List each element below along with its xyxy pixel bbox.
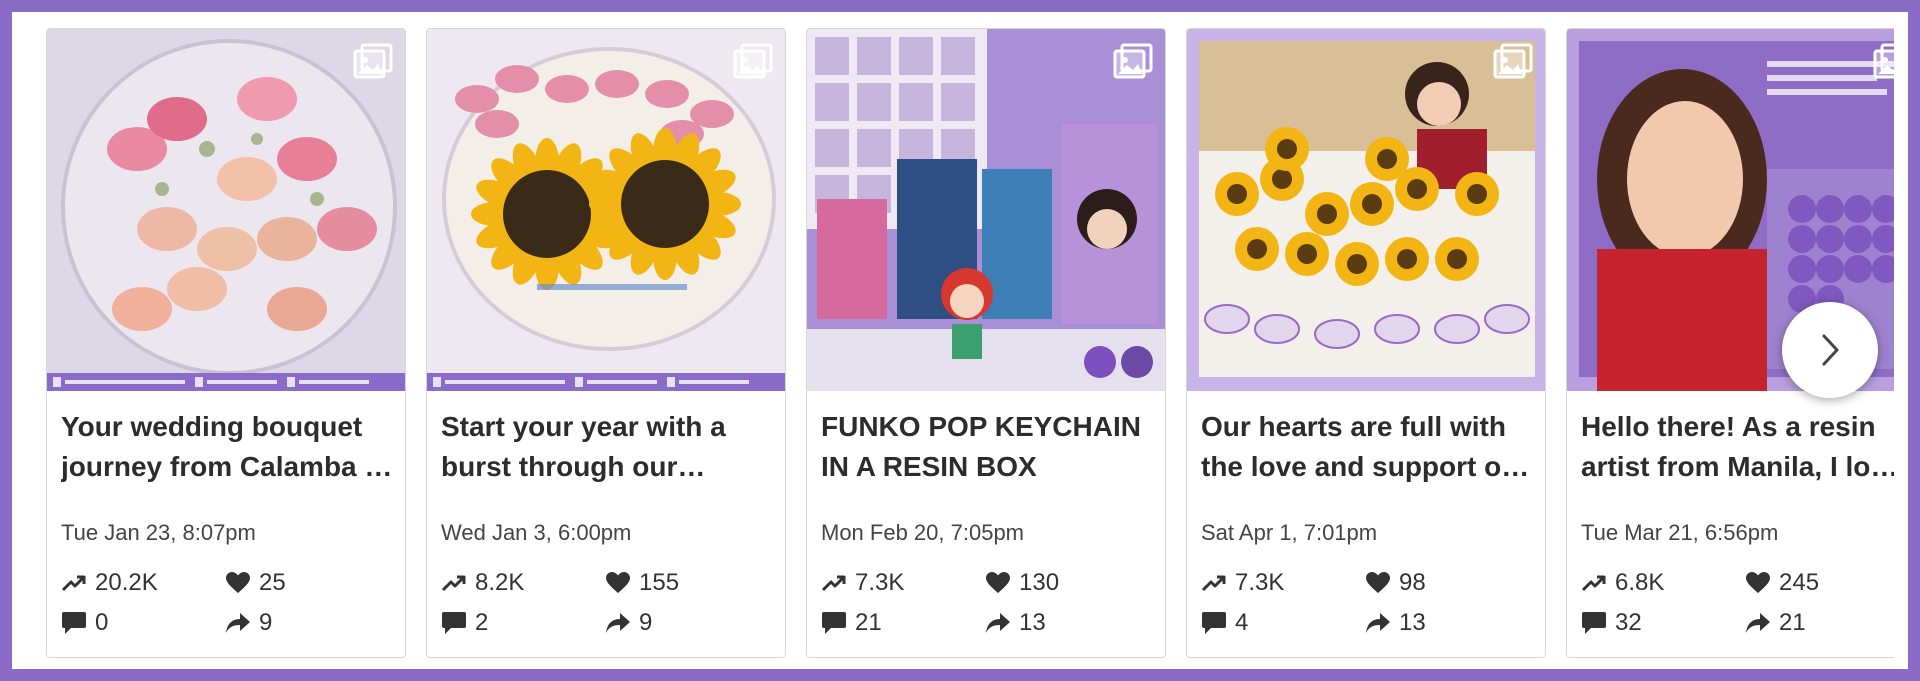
comments-value: 2 bbox=[475, 609, 489, 636]
comment-icon bbox=[1581, 611, 1607, 635]
post-date: Tue Mar 21, 6:56pm bbox=[1581, 520, 1779, 545]
reach-stat: 7.3K bbox=[821, 569, 904, 597]
post-caption: Hello there! As a resin artist from Mani… bbox=[1581, 411, 1894, 482]
post-date: Sat Apr 1, 7:01pm bbox=[1201, 520, 1378, 545]
post-card[interactable]: Start your year with a burst through our… bbox=[426, 28, 786, 658]
trending-up-icon bbox=[1581, 573, 1607, 593]
shares-value: 9 bbox=[639, 609, 653, 636]
comments-value: 21 bbox=[855, 609, 882, 636]
reach-value: 20.2K bbox=[95, 569, 158, 596]
post-card[interactable]: FUNKO POP KEYCHAIN IN A RESIN BOX Mon Feb… bbox=[806, 28, 1166, 658]
reach-value: 7.3K bbox=[1235, 569, 1285, 596]
likes-stat: 155 bbox=[605, 569, 679, 597]
post-caption: Our hearts are full with the love and su… bbox=[1201, 411, 1511, 482]
share-arrow-icon bbox=[1745, 612, 1771, 634]
shares-stat: 13 bbox=[1365, 609, 1426, 637]
likes-value: 130 bbox=[1019, 569, 1060, 596]
posts-carousel: Your wedding bouquet journey from Calamb… bbox=[46, 28, 1894, 664]
post-thumbnail[interactable] bbox=[807, 29, 1165, 391]
comments-value: 32 bbox=[1615, 609, 1642, 636]
likes-value: 25 bbox=[259, 569, 286, 596]
image-gallery-icon bbox=[1493, 43, 1533, 79]
likes-stat: 25 bbox=[225, 569, 286, 597]
trending-up-icon bbox=[61, 573, 87, 593]
likes-value: 245 bbox=[1779, 569, 1820, 596]
shares-value: 21 bbox=[1779, 609, 1806, 636]
shares-value: 13 bbox=[1019, 609, 1046, 636]
post-card[interactable]: Your wedding bouquet journey from Calamb… bbox=[46, 28, 406, 658]
post-caption: FUNKO POP KEYCHAIN IN A RESIN BOX bbox=[821, 411, 1141, 482]
trending-up-icon bbox=[441, 573, 467, 593]
chevron-right-icon bbox=[1822, 334, 1839, 366]
reach-stat: 8.2K bbox=[441, 569, 524, 597]
reach-stat: 20.2K bbox=[61, 569, 158, 597]
post-date: Mon Feb 20, 7:05pm bbox=[821, 520, 1025, 545]
share-arrow-icon bbox=[1365, 612, 1391, 634]
comments-stat: 21 bbox=[821, 609, 882, 637]
post-thumbnail[interactable] bbox=[427, 29, 785, 391]
top-posts-panel: Your wedding bouquet journey from Calamb… bbox=[12, 12, 1908, 669]
post-caption: Your wedding bouquet journey from Calamb… bbox=[61, 411, 391, 482]
comment-icon bbox=[441, 611, 467, 635]
comments-stat: 4 bbox=[1201, 609, 1248, 637]
comment-icon bbox=[821, 611, 847, 635]
reach-stat: 6.8K bbox=[1581, 569, 1664, 597]
reach-value: 8.2K bbox=[475, 569, 525, 596]
shares-value: 13 bbox=[1399, 609, 1426, 636]
likes-stat: 130 bbox=[985, 569, 1059, 597]
post-date: Wed Jan 3, 6:00pm bbox=[441, 520, 632, 545]
image-gallery-icon bbox=[1113, 43, 1153, 79]
likes-stat: 98 bbox=[1365, 569, 1426, 597]
share-arrow-icon bbox=[605, 612, 631, 634]
likes-stat: 245 bbox=[1745, 569, 1819, 597]
post-date: Tue Jan 23, 8:07pm bbox=[61, 520, 256, 545]
heart-icon bbox=[985, 571, 1011, 595]
likes-value: 98 bbox=[1399, 569, 1426, 596]
post-card[interactable]: Our hearts are full with the love and su… bbox=[1186, 28, 1546, 658]
heart-icon bbox=[1365, 571, 1391, 595]
shares-stat: 9 bbox=[225, 609, 272, 637]
heart-icon bbox=[605, 571, 631, 595]
post-thumbnail[interactable] bbox=[47, 29, 405, 391]
post-thumbnail[interactable] bbox=[1187, 29, 1545, 391]
reach-stat: 7.3K bbox=[1201, 569, 1284, 597]
carousel-next-button[interactable] bbox=[1782, 302, 1878, 398]
heart-icon bbox=[225, 571, 251, 595]
image-gallery-icon bbox=[1873, 43, 1894, 79]
heart-icon bbox=[1745, 571, 1771, 595]
reach-value: 7.3K bbox=[855, 569, 905, 596]
reach-value: 6.8K bbox=[1615, 569, 1665, 596]
comments-value: 0 bbox=[95, 609, 109, 636]
shares-value: 9 bbox=[259, 609, 273, 636]
comment-icon bbox=[61, 611, 87, 635]
comments-value: 4 bbox=[1235, 609, 1249, 636]
post-caption: Start your year with a burst through our… bbox=[441, 411, 726, 482]
comments-stat: 0 bbox=[61, 609, 108, 637]
image-gallery-icon bbox=[353, 43, 393, 79]
comments-stat: 2 bbox=[441, 609, 488, 637]
share-arrow-icon bbox=[985, 612, 1011, 634]
shares-stat: 21 bbox=[1745, 609, 1806, 637]
shares-stat: 13 bbox=[985, 609, 1046, 637]
comment-icon bbox=[1201, 611, 1227, 635]
trending-up-icon bbox=[821, 573, 847, 593]
share-arrow-icon bbox=[225, 612, 251, 634]
comments-stat: 32 bbox=[1581, 609, 1642, 637]
likes-value: 155 bbox=[639, 569, 680, 596]
shares-stat: 9 bbox=[605, 609, 652, 637]
trending-up-icon bbox=[1201, 573, 1227, 593]
image-gallery-icon bbox=[733, 43, 773, 79]
